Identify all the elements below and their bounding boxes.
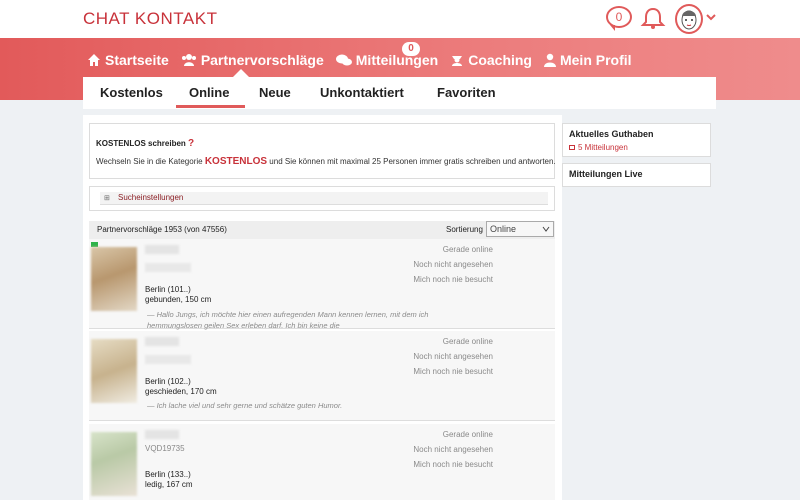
avatar[interactable] (675, 4, 703, 34)
profile-city: Berlin (101..) (145, 285, 191, 294)
blurred-id (145, 355, 191, 364)
sub-tabs: Kostenlos Online Neue Unkontaktiert Favo… (83, 77, 716, 109)
list-header: Partnervorschläge 1953 (von 47556) Sorti… (89, 221, 555, 239)
search-settings-box: ⊞ Sucheinstellungen (89, 186, 555, 211)
tab-online[interactable]: Online (189, 85, 229, 100)
live-messages-title: Mitteilungen Live (569, 169, 643, 179)
blurred-id (145, 263, 191, 272)
profile-status: geschieden, 170 cm (145, 387, 217, 396)
profile-city: Berlin (102..) (145, 377, 191, 386)
seen-status: Noch nicht angesehen (413, 260, 493, 269)
seen-status: Noch nicht angesehen (413, 445, 493, 454)
visited-status: Mich noch nie besucht (413, 460, 493, 469)
search-settings-label: Sucheinstellungen (118, 193, 184, 202)
chevron-down-icon (542, 226, 550, 232)
main-content: KOSTENLOS schreiben ? Wechseln Sie in di… (83, 115, 562, 500)
mail-icon (569, 145, 575, 150)
visited-status: Mich noch nie besucht (413, 275, 493, 284)
search-settings-toggle[interactable]: ⊞ Sucheinstellungen (100, 192, 548, 205)
online-status: Gerade online (442, 245, 493, 254)
nav-mitteilungen[interactable]: Mitteilungen (335, 52, 439, 68)
visited-status: Mich noch nie besucht (413, 367, 493, 376)
user-icon (543, 53, 556, 67)
profile-id: VQD19735 (145, 444, 185, 453)
top-bar: CHAT KONTAKT 0 (0, 0, 800, 38)
result-count: Partnervorschläge 1953 (von 47556) (97, 225, 227, 234)
sort-label: Sortierung (446, 225, 483, 234)
nav-label: Mein Profil (559, 52, 632, 68)
sort-select[interactable]: Online (486, 221, 554, 237)
tab-neue[interactable]: Neue (259, 85, 291, 100)
nav-label: Coaching (468, 52, 532, 68)
sort-value: Online (490, 224, 517, 234)
help-icon[interactable]: ? (188, 138, 194, 149)
profile-status: gebunden, 150 cm (145, 295, 212, 304)
profile-status: ledig, 167 cm (145, 480, 193, 489)
active-tab-underline (176, 105, 245, 108)
tab-unkontaktiert[interactable]: Unkontaktiert (320, 85, 404, 100)
profile-photo[interactable] (91, 339, 137, 403)
chat-count: 0 (615, 10, 623, 24)
info-text-post: und Sie können mit maximal 25 Personen i… (269, 157, 556, 166)
blurred-name (145, 245, 179, 254)
tab-kostenlos[interactable]: Kostenlos (100, 85, 163, 100)
site-logo[interactable]: CHAT KONTAKT (83, 9, 217, 29)
profile-city: Berlin (133..) (145, 470, 191, 479)
seen-status: Noch nicht angesehen (413, 352, 493, 361)
profile-card[interactable]: Berlin (102..) geschieden, 170 cm — Ich … (89, 331, 555, 421)
credit-link[interactable]: 5 Mitteilungen (569, 143, 628, 152)
profile-quote: — Hallo Jungs, ich möchte hier einen auf… (147, 310, 429, 330)
kostenlos-link[interactable]: KOSTENLOS (205, 156, 267, 167)
nav-startseite[interactable]: Startseite (87, 52, 169, 68)
live-messages-box: Mitteilungen Live (562, 163, 711, 187)
free-write-info: KOSTENLOS schreiben ? Wechseln Sie in di… (89, 123, 556, 179)
profile-card[interactable]: VQD19735 Berlin (133..) ledig, 167 cm Ge… (89, 424, 555, 500)
profile-card[interactable]: Berlin (101..) gebunden, 150 cm — Hallo … (89, 239, 555, 330)
profile-quote: — Ich lache viel und sehr gerne und schä… (147, 401, 343, 410)
nav-partnervorschlaege[interactable]: Partnervorschläge (181, 52, 324, 68)
users-icon (181, 54, 196, 66)
nav-label: Mitteilungen (355, 52, 439, 68)
info-title: KOSTENLOS schreiben ? (96, 138, 194, 149)
chat-bubble-icon[interactable]: 0 (606, 6, 632, 31)
bell-icon[interactable] (640, 6, 666, 30)
blurred-name (145, 430, 179, 439)
nav-coaching[interactable]: Coaching (450, 52, 532, 68)
online-status: Gerade online (442, 430, 493, 439)
credit-value: 5 Mitteilungen (578, 143, 628, 152)
home-icon (88, 54, 100, 66)
profile-photo[interactable] (91, 432, 137, 496)
info-text-pre: Wechseln Sie in die Kategorie (96, 157, 203, 166)
info-title-text: KOSTENLOS schreiben (96, 139, 186, 148)
profile-photo[interactable] (91, 247, 137, 311)
mitteilungen-badge: 0 (402, 42, 420, 56)
info-text: Wechseln Sie in die Kategorie KOSTENLOS … (96, 156, 556, 167)
main-nav: Startseite Partnervorschläge Mitteilunge… (87, 52, 644, 68)
expand-icon: ⊞ (104, 195, 110, 202)
credit-box: Aktuelles Guthaben 5 Mitteilungen (562, 123, 711, 157)
nav-mein-profil[interactable]: Mein Profil (543, 52, 632, 68)
comments-icon (335, 54, 352, 66)
nav-pointer (233, 69, 249, 77)
blurred-name (145, 337, 179, 346)
chevron-down-icon[interactable] (705, 11, 717, 23)
coach-icon (452, 56, 463, 66)
credit-title: Aktuelles Guthaben (569, 129, 654, 139)
nav-label: Startseite (105, 52, 169, 68)
nav-label: Partnervorschläge (200, 52, 324, 68)
tab-favoriten[interactable]: Favoriten (437, 85, 496, 100)
online-status: Gerade online (442, 337, 493, 346)
